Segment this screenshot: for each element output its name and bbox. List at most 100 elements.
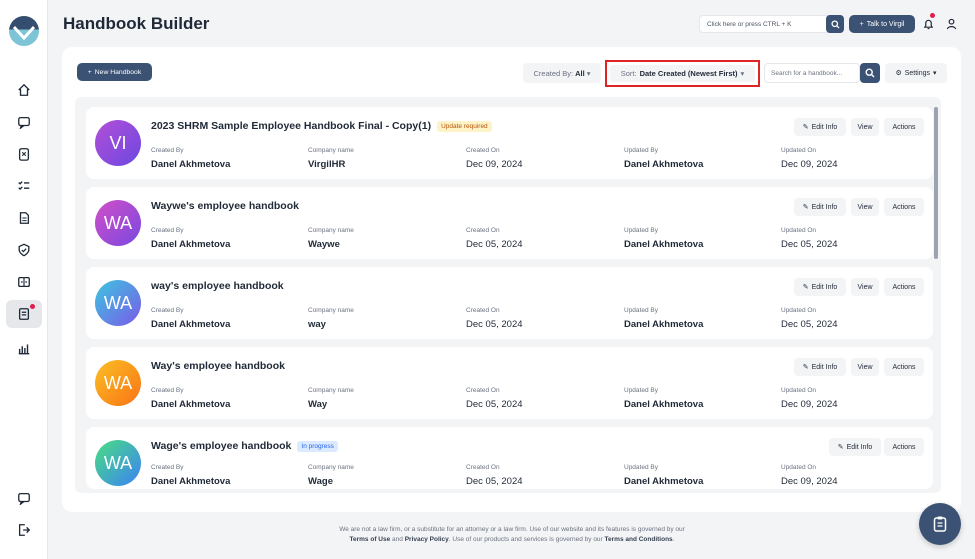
handbook-search-button[interactable] — [860, 63, 880, 83]
settings-dropdown[interactable]: ⚙ Settings ▾ — [885, 63, 947, 83]
analytics-icon[interactable] — [12, 336, 36, 360]
edit-icon: ✎ — [802, 284, 809, 291]
command-search-input[interactable]: Click here or press CTRL + K — [699, 15, 844, 33]
updated-by-field: Updated By Danel Akhmetova — [624, 147, 704, 170]
actions-label: Actions — [892, 443, 916, 451]
plus-icon: + — [87, 68, 92, 76]
new-handbook-button[interactable]: + New Handbook — [77, 63, 152, 81]
actions-button[interactable]: Actions — [884, 358, 924, 376]
edit-info-button[interactable]: ✎ Edit Info — [829, 438, 881, 456]
search-icon — [865, 68, 875, 78]
page-title: Handbook Builder — [63, 14, 210, 33]
plus-icon: + — [859, 20, 864, 28]
feedback-icon[interactable] — [12, 486, 36, 510]
edit-info-button[interactable]: ✎ Edit Info — [794, 278, 846, 296]
user-icon[interactable] — [944, 15, 958, 33]
legal-footer: We are not a law firm, or a substitute f… — [0, 525, 975, 545]
actions-label: Actions — [892, 283, 916, 291]
edit-info-button[interactable]: ✎ Edit Info — [794, 358, 846, 376]
handbook-title-text: Wage's employee handbook — [151, 440, 292, 452]
view-button[interactable]: View — [851, 198, 879, 216]
actions-button[interactable]: Actions — [884, 438, 924, 456]
view-button[interactable]: View — [851, 118, 879, 136]
handbook-search-input[interactable]: Search for a handbook... — [764, 63, 860, 83]
actions-button[interactable]: Actions — [884, 278, 924, 296]
created-on-field: Created On Dec 05, 2024 — [466, 464, 523, 487]
gear-icon: ⚙ — [895, 70, 902, 77]
handbook-card: WA Way's employee handbook Created By Dan… — [86, 347, 933, 419]
updated-on-field: Updated On Dec 09, 2024 — [781, 147, 838, 170]
edit-info-label: Edit Info — [811, 203, 838, 211]
edit-info-label: Edit Info — [811, 123, 838, 131]
view-label: View — [857, 203, 873, 211]
created-by-field: Created By Danel Akhmetova — [151, 307, 231, 330]
sort-dropdown[interactable]: Sort: Date Created (Newest First) ▾ — [610, 65, 755, 82]
footer-disclaimer: We are not a law firm, or a substitute f… — [339, 526, 685, 533]
actions-button[interactable]: Actions — [884, 118, 924, 136]
actions-label: Actions — [892, 203, 916, 211]
handbook-builder-nav-icon[interactable] — [6, 300, 42, 328]
view-label: View — [857, 283, 873, 291]
chat-icon[interactable] — [12, 110, 36, 134]
updated-by-field: Updated By Danel Akhmetova — [624, 387, 704, 410]
footer-and: and — [392, 536, 403, 543]
view-label: View — [857, 363, 873, 371]
handbook-card: WA Wage's employee handbook In progress … — [86, 427, 933, 489]
terms-of-use-link[interactable]: Terms of Use — [350, 536, 391, 543]
created-on-field: Created On Dec 05, 2024 — [466, 227, 523, 250]
notification-dot — [30, 304, 35, 309]
virgil-logo[interactable] — [9, 16, 39, 46]
status-badge: Update required — [437, 120, 492, 132]
compare-icon[interactable] — [12, 270, 36, 294]
edit-info-button[interactable]: ✎ Edit Info — [794, 198, 846, 216]
handbook-title[interactable]: Way's employee handbook — [151, 360, 285, 372]
handbook-search-placeholder: Search for a handbook... — [771, 69, 843, 77]
new-handbook-label: New Handbook — [94, 68, 142, 76]
handbook-title-text: way's employee handbook — [151, 280, 284, 292]
handbook-title[interactable]: Wage's employee handbook In progress — [151, 440, 338, 452]
handbook-title[interactable]: way's employee handbook — [151, 280, 284, 292]
command-search-button[interactable] — [826, 15, 844, 33]
avatar: WA — [95, 200, 141, 246]
actions-button[interactable]: Actions — [884, 198, 924, 216]
assistant-fab-button[interactable] — [919, 503, 961, 545]
updated-on-field: Updated On Dec 05, 2024 — [781, 307, 838, 330]
bell-icon[interactable] — [921, 13, 935, 33]
view-button[interactable]: View — [851, 278, 879, 296]
footer-period: . — [672, 536, 675, 543]
checklist-icon[interactable] — [12, 174, 36, 198]
created-on-field: Created On Dec 05, 2024 — [466, 307, 523, 330]
talk-to-virgil-button[interactable]: + Talk to Virgil — [849, 15, 915, 33]
created-by-field: Created By Danel Akhmetova — [151, 227, 231, 250]
avatar: VI — [95, 120, 141, 166]
actions-label: Actions — [892, 123, 916, 131]
caret-down-icon: ▾ — [586, 68, 591, 78]
talk-to-virgil-label: Talk to Virgil — [866, 20, 905, 28]
edit-icon: ✎ — [802, 364, 809, 371]
settings-label: Settings — [904, 69, 931, 77]
list-scrollbar[interactable] — [934, 107, 938, 259]
sort-highlight-box: Sort: Date Created (Newest First) ▾ — [605, 60, 760, 87]
document-icon[interactable] — [12, 206, 36, 230]
search-icon — [830, 19, 840, 29]
created-by-label: Created By: — [533, 68, 574, 78]
company-field: Company name way — [308, 307, 354, 330]
view-label: View — [857, 123, 873, 131]
home-icon[interactable] — [12, 78, 36, 102]
shield-icon[interactable] — [12, 238, 36, 262]
terms-and-conditions-link[interactable]: Terms and Conditions — [605, 536, 673, 543]
handbook-title[interactable]: Waywe's employee handbook — [151, 200, 299, 212]
clipboard-icon[interactable] — [12, 142, 36, 166]
updated-on-field: Updated On Dec 09, 2024 — [781, 464, 838, 487]
created-by-field: Created By Danel Akhmetova — [151, 387, 231, 410]
sort-label: Sort: — [620, 69, 637, 78]
view-button[interactable]: View — [851, 358, 879, 376]
edit-info-button[interactable]: ✎ Edit Info — [794, 118, 846, 136]
created-by-filter[interactable]: Created By: All ▾ — [523, 63, 601, 83]
avatar: WA — [95, 360, 141, 406]
notification-dot — [930, 13, 935, 18]
edit-info-label: Edit Info — [846, 443, 873, 451]
handbook-title[interactable]: 2023 SHRM Sample Employee Handbook Final… — [151, 120, 492, 132]
edit-icon: ✎ — [837, 444, 844, 451]
privacy-policy-link[interactable]: Privacy Policy — [405, 536, 449, 543]
